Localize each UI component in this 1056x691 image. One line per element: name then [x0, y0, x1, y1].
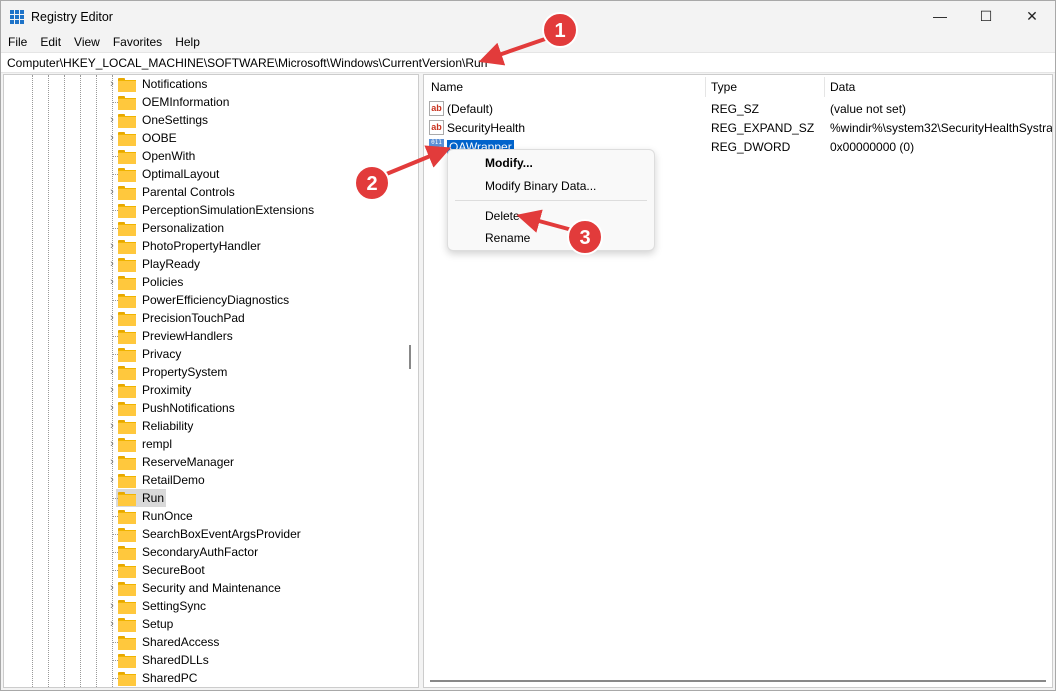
annotation-label: 2 [366, 173, 377, 195]
annotation-3: 3 [516, 209, 603, 255]
annotation-label: 1 [554, 20, 565, 42]
annotation-2: 2 [354, 145, 452, 201]
arrow-icon [478, 36, 549, 66]
annotation-1: 1 [478, 12, 578, 66]
annotation-label: 3 [579, 227, 590, 249]
arrow-icon [516, 209, 573, 233]
annotation-overlay: 1 2 3 [354, 12, 603, 255]
arrow-icon [383, 145, 452, 177]
